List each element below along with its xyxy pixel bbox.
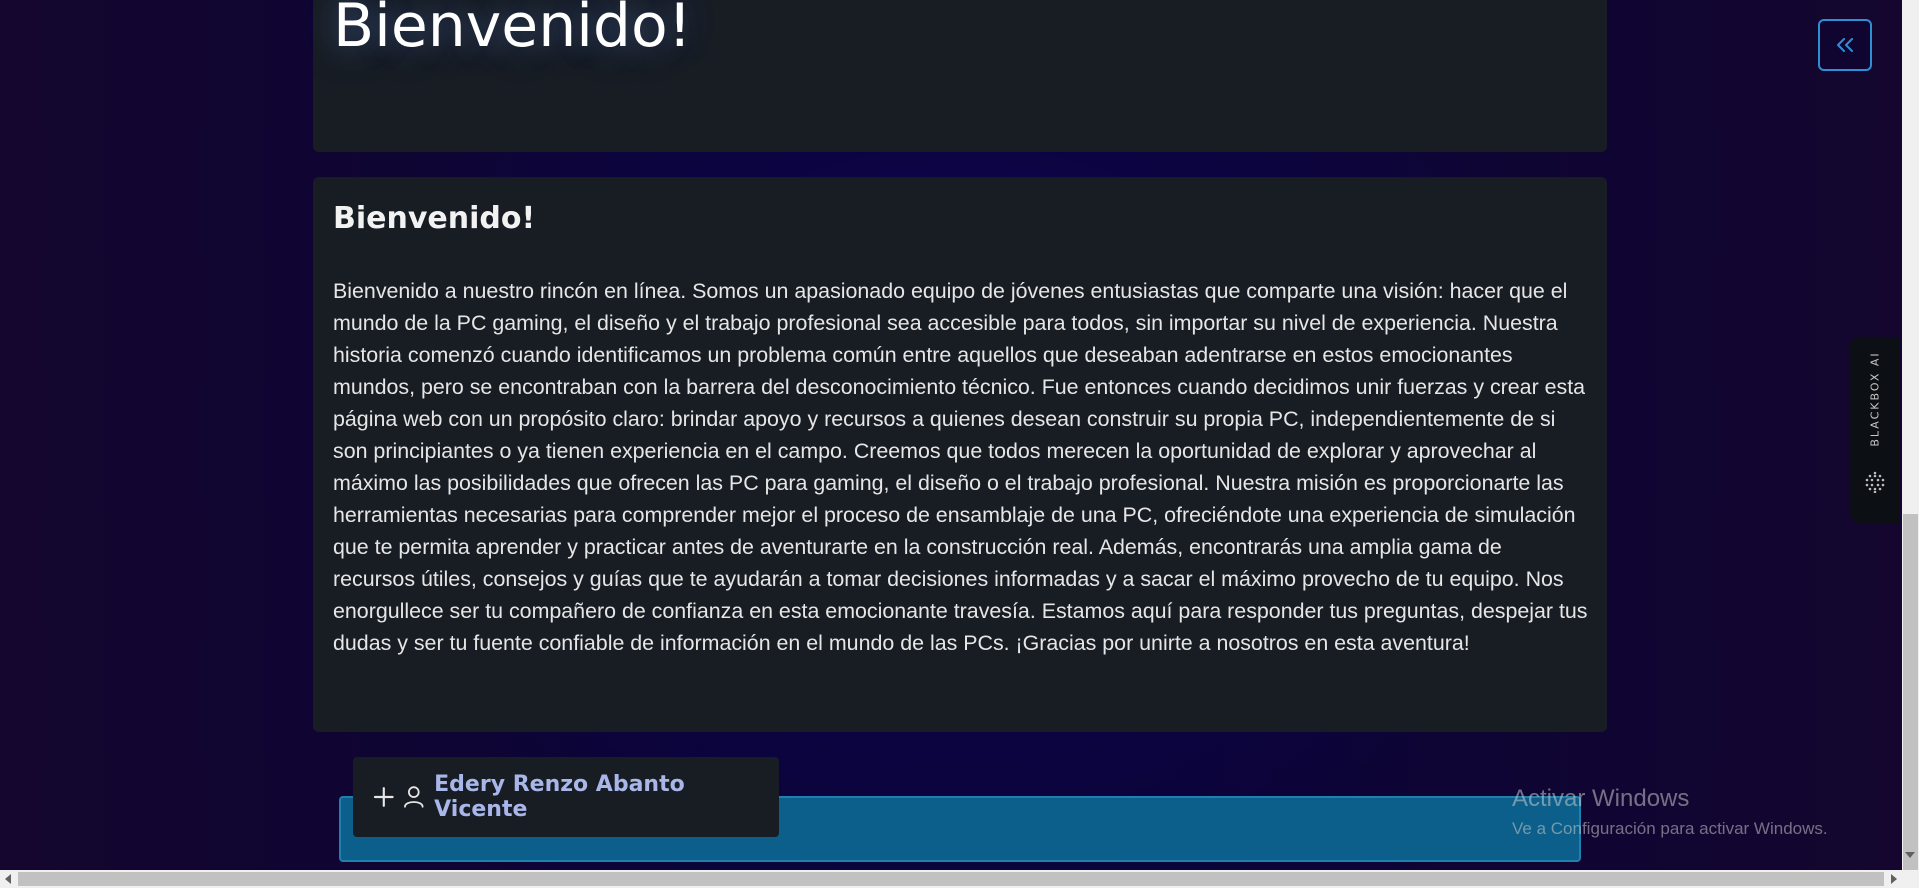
plus-icon	[373, 787, 394, 807]
blackbox-label: BLACKBOX AI	[1868, 351, 1882, 447]
team-member-chip[interactable]: Edery Renzo Abanto Vicente	[353, 757, 779, 837]
dot-grid-icon	[1865, 471, 1885, 493]
user-icon	[403, 786, 424, 808]
vertical-scrollbar-thumb[interactable]	[1903, 514, 1918, 870]
scroll-left-arrow-icon[interactable]	[5, 874, 11, 884]
about-card: Bienvenido! Bienvenido a nuestro rincón …	[313, 177, 1607, 732]
about-text: Bienvenido a nuestro rincón en línea. So…	[333, 279, 1588, 655]
hero-title: Bienvenido!	[333, 0, 692, 61]
chevrons-left-icon	[1837, 38, 1853, 52]
about-title: Bienvenido!	[333, 201, 536, 236]
activation-subtitle: Ve a Configuración para activar Windows.	[1512, 819, 1828, 838]
horizontal-scrollbar-thumb[interactable]	[18, 872, 1884, 886]
scroll-down-arrow-icon[interactable]	[1905, 852, 1915, 858]
hero-card: Bienvenido!	[313, 0, 1607, 152]
scroll-right-arrow-icon[interactable]	[1891, 874, 1897, 884]
activation-title: Activar Windows	[1512, 785, 1690, 812]
blackbox-ai-tab[interactable]: BLACKBOX AI	[1850, 337, 1900, 523]
collapse-sidebar-button[interactable]	[1818, 19, 1872, 71]
windows-activation-watermark: Activar Windows Ve a Configuración para …	[1512, 784, 1828, 842]
team-member-name: Edery Renzo Abanto Vicente	[434, 772, 685, 822]
